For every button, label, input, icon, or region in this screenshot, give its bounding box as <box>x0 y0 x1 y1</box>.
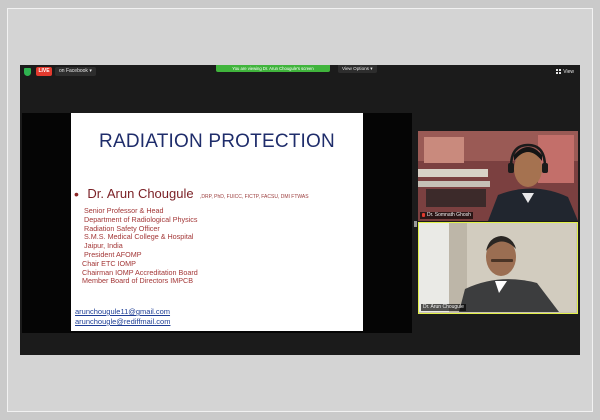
view-options-button[interactable]: View Options ▾ <box>338 65 377 73</box>
participant-video-feed <box>418 131 578 221</box>
live-on-facebook-label: on Facebook <box>59 68 88 74</box>
chevron-down-icon: ▾ <box>89 68 92 74</box>
participant-name: Dr. Somnath Ghosh <box>427 212 471 218</box>
contact-emails: arunchougule11@gmail.com arunchougle@red… <box>75 307 170 327</box>
presenter-affiliations: Senior Professor & Head Department of Ra… <box>82 206 354 286</box>
live-badge[interactable]: LIVE <box>36 67 52 76</box>
participant-name-label: Dr. Somnath Ghosh <box>420 212 473 219</box>
email-link[interactable]: arunchougule11@gmail.com <box>75 307 170 317</box>
active-speaker-video-tile[interactable]: Dr. Arun Chougule <box>418 222 578 314</box>
participant-video-tile[interactable]: Dr. Somnath Ghosh <box>418 131 578 221</box>
live-on-facebook-button[interactable]: on Facebook ▾ <box>55 67 96 76</box>
view-options-label: View Options <box>342 66 369 71</box>
grid-view-icon <box>556 69 562 74</box>
meeting-top-bar: LIVE on Facebook ▾ You are viewing Dr. A… <box>20 65 580 79</box>
email-link[interactable]: arunchougle@rediffmail.com <box>75 317 170 327</box>
view-label: View <box>563 69 574 75</box>
bullet-icon: • <box>74 186 79 202</box>
presenter-name: Dr. Arun Chougule <box>87 186 194 201</box>
participant-name: Dr. Arun Chougule <box>423 304 464 310</box>
affiliation-line: S.M.S. Medical College & Hospital <box>84 232 194 242</box>
participant-video-feed <box>419 223 576 312</box>
viewing-screen-banner: You are viewing Dr. Arun Chougule's scre… <box>216 65 330 72</box>
encryption-shield-icon[interactable] <box>24 68 31 76</box>
presenter-credentials: ,DRP, PhD, FUICC, FICTP, FACSU, DMI FTWA… <box>200 194 309 200</box>
participant-name-label: Dr. Arun Chougule <box>421 304 466 311</box>
zoom-window: LIVE on Facebook ▾ You are viewing Dr. A… <box>20 65 580 355</box>
mic-muted-icon <box>422 212 425 217</box>
affiliation-line: Member Board of Directors IMPCB <box>82 276 194 286</box>
panel-resize-handle[interactable] <box>414 221 417 227</box>
chevron-down-icon: ▾ <box>370 66 373 71</box>
presentation-slide: RADIATION PROTECTION • Dr. Arun Chougule… <box>71 113 363 331</box>
slide-title: RADIATION PROTECTION <box>99 131 335 152</box>
view-button[interactable]: View <box>556 68 574 76</box>
presenter-line: • Dr. Arun Chougule ,DRP, PhD, FUICC, FI… <box>74 185 309 203</box>
